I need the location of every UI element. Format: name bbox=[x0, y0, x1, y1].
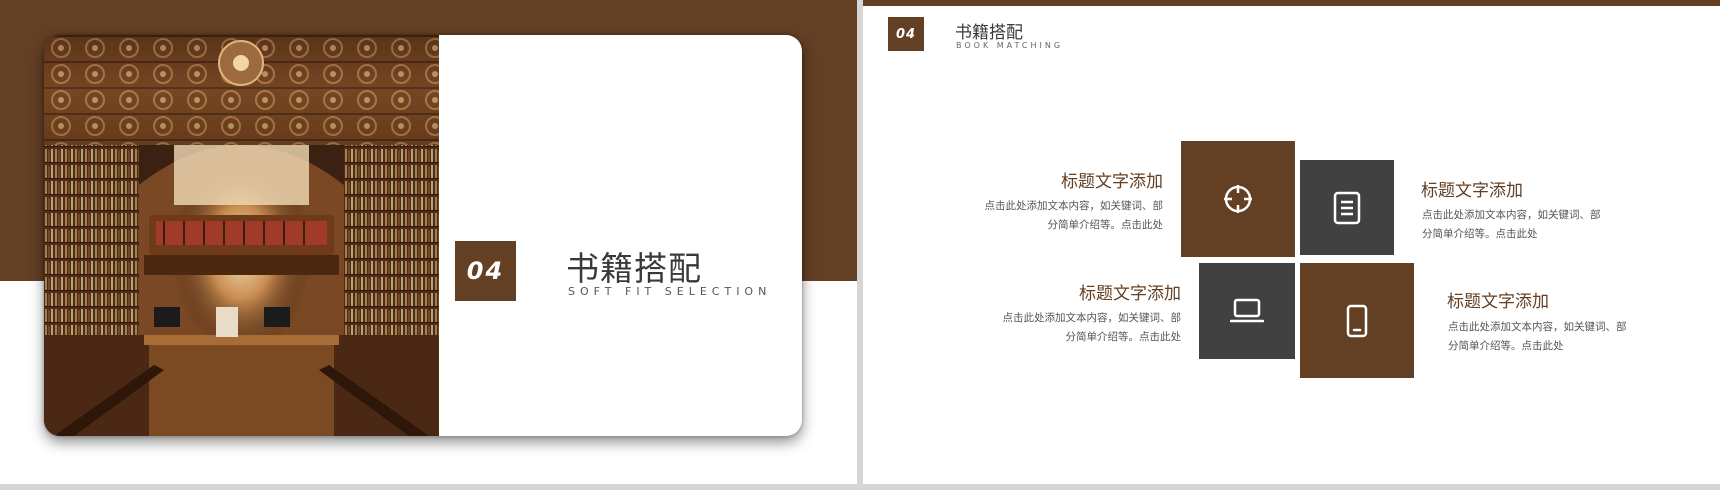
slide-title: 书籍搭配 bbox=[955, 23, 1023, 43]
section-card: 04 书籍搭配 SOFT FIT SELECTION bbox=[44, 35, 802, 436]
block-title-bottom-left: 标题文字添加 bbox=[1079, 284, 1181, 304]
block-title-bottom-right: 标题文字添加 bbox=[1447, 292, 1549, 312]
tile-crosshair bbox=[1181, 141, 1295, 257]
smartphone-icon bbox=[1346, 304, 1368, 337]
tile-smartphone bbox=[1300, 263, 1414, 378]
crosshair-icon bbox=[1224, 185, 1252, 213]
section-number-badge: 04 bbox=[455, 241, 516, 301]
slide-subtitle: BOOK MATCHING bbox=[956, 41, 1064, 50]
block-body-top-left: 点击此处添加文本内容，如关键词、部 分简单介绍等。点击此处 bbox=[985, 197, 1164, 235]
tile-laptop bbox=[1199, 263, 1295, 359]
tile-document bbox=[1300, 160, 1394, 255]
block-body-line: 分简单介绍等。点击此处 bbox=[1448, 340, 1564, 352]
section-subtitle: SOFT FIT SELECTION bbox=[568, 285, 772, 298]
library-interior-photo bbox=[44, 35, 439, 436]
document-icon bbox=[1333, 191, 1361, 224]
block-body-top-right: 点击此处添加文本内容，如关键词、部 分简单介绍等。点击此处 bbox=[1422, 206, 1601, 244]
block-body-bottom-right: 点击此处添加文本内容，如关键词、部 分简单介绍等。点击此处 bbox=[1448, 318, 1627, 356]
block-title-top-right: 标题文字添加 bbox=[1421, 181, 1523, 201]
block-body-line: 分简单介绍等。点击此处 bbox=[1047, 219, 1164, 231]
block-body-bottom-left: 点击此处添加文本内容，如关键词、部 分简单介绍等。点击此处 bbox=[1003, 309, 1182, 347]
block-body-line: 点击此处添加文本内容，如关键词、部 bbox=[984, 200, 1164, 212]
slide-section-cover: 04 书籍搭配 SOFT FIT SELECTION bbox=[0, 0, 857, 484]
block-body-line: 分简单介绍等。点击此处 bbox=[1422, 228, 1538, 240]
section-number: 04 bbox=[466, 257, 505, 285]
block-title-top-left: 标题文字添加 bbox=[1061, 172, 1163, 192]
section-title: 书籍搭配 bbox=[566, 249, 702, 288]
block-body-line: 点击此处添加文本内容，如关键词、部 bbox=[1422, 209, 1601, 221]
section-number: 04 bbox=[895, 26, 917, 42]
section-number-badge: 04 bbox=[888, 17, 924, 51]
slide-book-matching: 04 书籍搭配 BOOK MATCHING 标题文字添加 点击此处添加文本内容，… bbox=[863, 0, 1720, 484]
block-body-line: 点击此处添加文本内容，如关键词、部 bbox=[1448, 321, 1627, 333]
top-accent-bar bbox=[863, 0, 1720, 6]
laptop-icon bbox=[1230, 298, 1264, 323]
block-body-line: 分简单介绍等。点击此处 bbox=[1065, 331, 1182, 343]
block-body-line: 点击此处添加文本内容，如关键词、部 bbox=[1002, 312, 1182, 324]
